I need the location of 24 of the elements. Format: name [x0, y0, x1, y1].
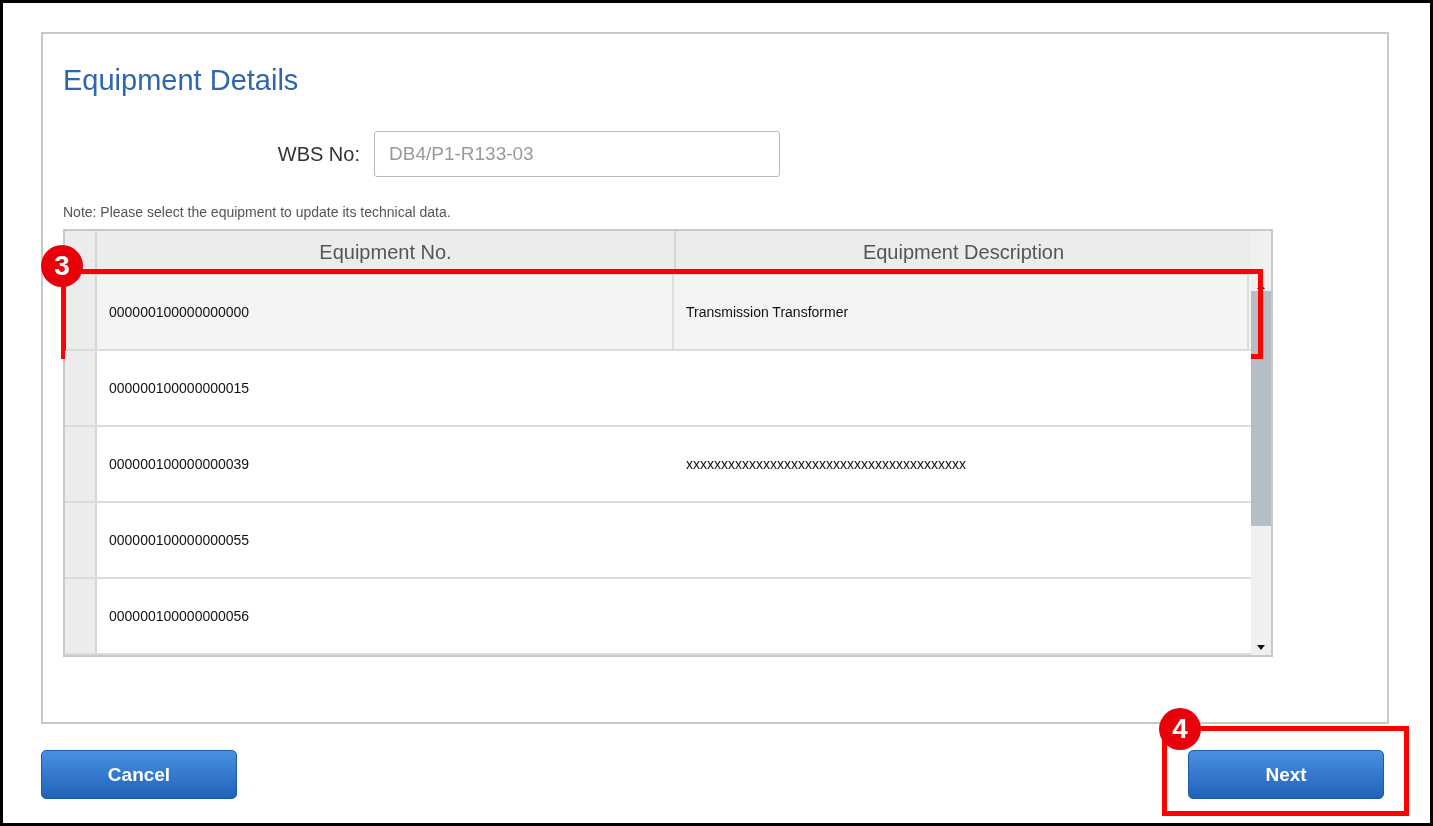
table-row[interactable]: 000000100000000055: [65, 503, 1251, 579]
table-cell: Transmission Transformer: [674, 275, 1249, 349]
table-row[interactable]: 000000100000000039 xxxxxxxxxxxxxxxxxxxxxxxxxxxxxxxxxxxxxxxx: [65, 427, 1251, 503]
page-title: Equipment Details: [63, 64, 300, 98]
note-text: Note: Please select the equipment to update its technical data.: [63, 204, 452, 220]
step-badge: 4: [1159, 708, 1201, 750]
wbs-label: WBS No:: [276, 142, 360, 166]
column-header[interactable]: Equipment No.: [97, 231, 676, 273]
cancel-button[interactable]: Cancel: [41, 750, 237, 799]
table-row[interactable]: 000000100000000000 Transmission Transformer: [65, 275, 1251, 351]
table-cell: 000000100000000000: [97, 275, 674, 349]
scrollbar[interactable]: [1251, 231, 1271, 655]
table-row[interactable]: 000000100000000015: [65, 351, 1251, 427]
next-button[interactable]: Next: [1188, 750, 1384, 799]
table-cell-text: 000000100000000039: [108, 455, 251, 474]
step-badge: 3: [41, 245, 83, 287]
table-cell-text: 000000100000000056: [108, 607, 251, 626]
scroll-thumb[interactable]: [1251, 291, 1271, 526]
table-cell-text: 000000100000000015: [108, 379, 251, 398]
table-row[interactable]: 000000100000000056: [65, 579, 1251, 655]
table-cell-text: 000000100000000055: [108, 531, 251, 550]
table-cell-text: xxxxxxxxxxxxxxxxxxxxxxxxxxxxxxxxxxxxxxxx: [685, 455, 967, 474]
column-header[interactable]: Equipment Description: [676, 231, 1251, 273]
scroll-down-icon[interactable]: [1256, 645, 1266, 651]
